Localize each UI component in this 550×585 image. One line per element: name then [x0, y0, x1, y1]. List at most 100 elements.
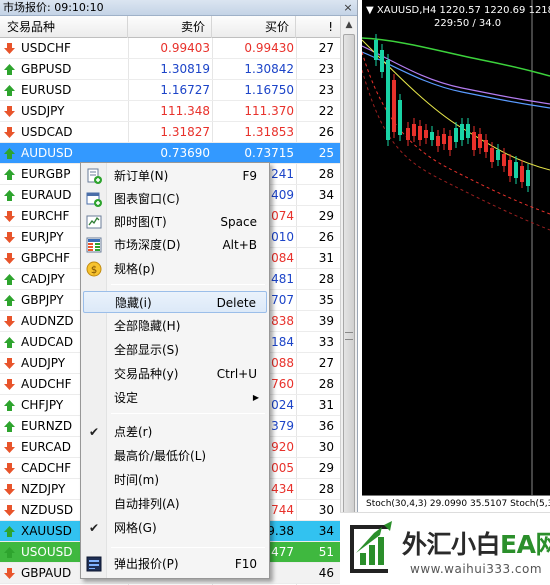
candle-body — [460, 124, 464, 140]
menu-item-tick-chart[interactable]: 即时图(T) Space — [83, 211, 267, 233]
ask-cell: 1.16750 — [244, 83, 294, 97]
spread-cell: 51 — [318, 545, 334, 559]
menu-item-high-low[interactable]: 最高价/最低价(L) — [83, 445, 267, 467]
menu-item-label: 新订单(N) — [114, 169, 169, 183]
candle-body — [454, 128, 458, 142]
menu-item-label: 全部显示(S) — [114, 343, 179, 357]
spread-cell: 28 — [318, 167, 334, 181]
candle-body — [478, 134, 482, 148]
menu-item-shortcut: Alt+B — [222, 238, 257, 252]
menu-item-popup-prices[interactable]: 弹出报价(P) F10 — [83, 553, 267, 575]
price-chart[interactable]: ▼ XAUUSD,H4 1220.57 1220.69 1218.90 1 22… — [362, 0, 550, 585]
spread-cell: 31 — [318, 251, 334, 265]
up-arrow-icon — [4, 274, 15, 285]
candle-body — [406, 128, 410, 140]
spread-cell: 31 — [318, 398, 334, 412]
menu-item-chart-window[interactable]: 图表窗口(C) — [83, 188, 267, 210]
down-arrow-icon — [4, 463, 15, 474]
menu-item-label: 图表窗口(C) — [114, 192, 180, 206]
down-arrow-icon — [4, 232, 15, 243]
candle-body — [398, 100, 402, 135]
spread-cell: 28 — [318, 272, 334, 286]
market-watch-scrollbar[interactable]: ▲ — [340, 16, 357, 585]
symbol-cell: USDCHF — [21, 41, 71, 55]
menu-item-specification[interactable]: $ 规格(p) — [83, 258, 267, 280]
chart-arrow-icon: ▼ — [366, 5, 377, 16]
up-arrow-icon — [4, 526, 15, 537]
watermark: 外汇小白EA网 www.waihui333.com — [340, 512, 550, 585]
symbol-cell: CADJPY — [21, 272, 65, 286]
table-row[interactable]: USDCHF 0.99403 0.99430 27 — [0, 38, 340, 59]
moving-average-line — [362, 37, 550, 77]
column-header-ask[interactable]: 买价 — [212, 16, 296, 38]
menu-item-label: 弹出报价(P) — [114, 557, 179, 571]
ask-cell: 0.99430 — [244, 41, 294, 55]
down-arrow-icon — [4, 442, 15, 453]
market-depth-icon — [86, 237, 102, 253]
symbol-cell: NZDUSD — [21, 503, 74, 517]
spread-cell: 26 — [318, 230, 334, 244]
symbol-cell: AUDNZD — [21, 314, 74, 328]
up-arrow-icon — [4, 169, 15, 180]
column-header-bid[interactable]: 卖价 — [128, 16, 212, 38]
symbol-cell: GBPUSD — [21, 62, 72, 76]
context-menu: 新订单(N) F9 图表窗口(C) 即时图(T) Space 市场深度(D) Alt+B $ 规… — [80, 162, 270, 579]
menu-separator — [111, 547, 265, 548]
candle-body — [380, 50, 384, 72]
brand-main: 外汇小白 — [402, 530, 501, 559]
table-row[interactable]: EURUSD 1.16727 1.16750 23 — [0, 80, 340, 101]
menu-item-settings[interactable]: 设定 ▶ — [83, 387, 267, 409]
menu-item-label: 隐藏(i) — [115, 296, 152, 310]
spread-cell: 29 — [318, 209, 334, 223]
menu-item-show-all[interactable]: 全部显示(S) — [83, 339, 267, 361]
menu-item-shortcut: Ctrl+U — [216, 367, 257, 381]
brand-name: 外汇小白EA网 — [402, 525, 550, 561]
symbol-cell: EURGBP — [21, 167, 71, 181]
brand-url: www.waihui333.com — [410, 562, 543, 576]
chart-extra: 229:50 / 34.0 — [434, 18, 502, 29]
menu-item-time[interactable]: 时间(m) — [83, 469, 267, 491]
menu-item-label: 即时图(T) — [114, 215, 167, 229]
menu-item-auto-arrange[interactable]: 自动排列(A) — [83, 493, 267, 515]
spread-cell: 29 — [318, 461, 334, 475]
stochastic-label-bar: Stoch(30,4,3) 29.0990 35.5107 Stoch(5,3,… — [362, 495, 550, 513]
column-header-symbol[interactable]: 交易品种 — [0, 16, 128, 38]
up-arrow-icon — [4, 64, 15, 75]
menu-item-hide[interactable]: 隐藏(i) Delete — [83, 291, 267, 313]
chart-window-icon — [86, 192, 102, 207]
menu-item-hide-all[interactable]: 全部隐藏(H) — [83, 315, 267, 337]
symbol-cell: GBPJPY — [21, 293, 64, 307]
menu-item-label: 设定 — [114, 391, 139, 405]
close-icon[interactable]: × — [342, 0, 354, 15]
candle-body — [502, 154, 506, 166]
menu-item-spread[interactable]: ✔ 点差(r) — [83, 421, 267, 443]
svg-text:$: $ — [91, 265, 97, 276]
symbol-cell: GBPCHF — [21, 251, 71, 265]
ask-cell: 1.31853 — [244, 125, 294, 139]
scroll-up-icon[interactable]: ▲ — [341, 18, 357, 32]
down-arrow-icon — [4, 379, 15, 390]
table-row[interactable]: USDJPY 111.348 111.370 22 — [0, 101, 340, 122]
table-row[interactable]: AUDUSD 0.73690 0.73715 25 — [0, 143, 340, 164]
down-arrow-icon — [4, 316, 15, 327]
symbol-cell: XAUUSD — [21, 524, 72, 538]
symbol-cell: EURJPY — [21, 230, 64, 244]
symbol-cell: AUDCHF — [21, 377, 72, 391]
menu-item-new-order[interactable]: 新订单(N) F9 — [83, 165, 267, 187]
scrollbar-thumb[interactable] — [343, 34, 355, 574]
menu-item-grid[interactable]: ✔ 网格(G) — [83, 517, 267, 539]
menu-item-market-depth[interactable]: 市场深度(D) Alt+B — [83, 234, 267, 256]
down-arrow-icon — [4, 43, 15, 54]
menu-item-symbols[interactable]: 交易品种(y) Ctrl+U — [83, 363, 267, 385]
spread-cell: 34 — [318, 188, 334, 202]
spread-cell: 28 — [318, 482, 334, 496]
table-row[interactable]: GBPUSD 1.30819 1.30842 23 — [0, 59, 340, 80]
ask-cell: 1.30842 — [244, 62, 294, 76]
down-arrow-icon — [4, 568, 15, 579]
column-header-spread[interactable]: ! — [296, 16, 340, 38]
candle-body — [448, 136, 452, 150]
table-row[interactable]: USDCAD 1.31827 1.31853 26 — [0, 122, 340, 143]
up-arrow-icon — [4, 337, 15, 348]
candle-body — [412, 124, 416, 136]
chart-canvas — [362, 0, 550, 495]
